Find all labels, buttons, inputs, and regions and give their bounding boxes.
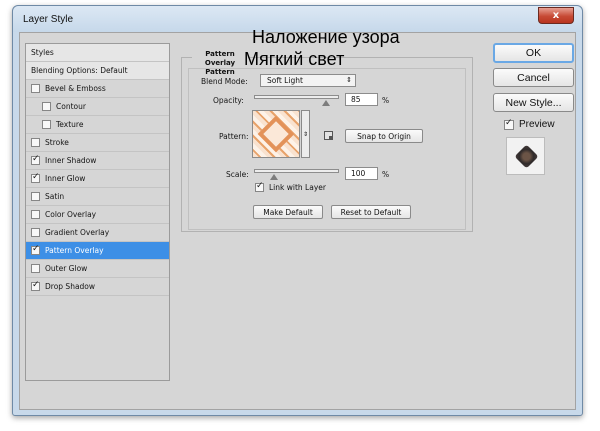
stroke-checkbox[interactable] <box>31 138 40 147</box>
preview-checkbox[interactable]: ✓ <box>504 117 514 130</box>
checkmark-icon: ✓ <box>505 117 513 128</box>
style-item-inner-glow[interactable]: ✓ Inner Glow <box>26 170 169 188</box>
checkmark-icon: ✓ <box>256 181 264 191</box>
style-item-label: Outer Glow <box>45 264 88 273</box>
style-item-pattern-overlay[interactable]: ✓ Pattern Overlay <box>26 242 169 260</box>
color-overlay-checkbox[interactable] <box>31 210 40 219</box>
preview-option[interactable]: ✓ Preview <box>504 117 555 130</box>
style-item-label: Satin <box>45 192 65 201</box>
texture-checkbox[interactable] <box>42 120 51 129</box>
link-with-layer-label: Link with Layer <box>269 183 326 192</box>
pattern-overlay-checkbox[interactable]: ✓ <box>31 244 40 255</box>
annotation-soft-light: Мягкий свет <box>244 49 345 69</box>
snap-to-origin-button[interactable]: Snap to Origin <box>345 129 423 143</box>
style-item-drop-shadow[interactable]: ✓ Drop Shadow <box>26 278 169 296</box>
inner-glow-checkbox[interactable]: ✓ <box>31 172 40 183</box>
style-item-label: Color Overlay <box>45 210 97 219</box>
style-item-contour[interactable]: Contour <box>26 98 169 116</box>
window-title: Layer Style <box>23 14 74 25</box>
style-item-gradient-overlay[interactable]: Gradient Overlay <box>26 224 169 242</box>
blend-mode-select[interactable]: Soft Light ⇕ <box>260 74 356 87</box>
blending-options-item[interactable]: Blending Options: Default <box>26 62 169 80</box>
pattern-swatch[interactable] <box>252 110 300 158</box>
link-with-layer-option[interactable]: ✓ Link with Layer <box>255 181 326 192</box>
drop-shadow-checkbox[interactable]: ✓ <box>31 280 40 291</box>
ok-button[interactable]: OK <box>493 43 574 63</box>
close-icon: x <box>552 10 560 21</box>
style-item-label: Gradient Overlay <box>45 228 110 237</box>
pattern-subgroup <box>188 68 466 230</box>
preview-thumbnail <box>514 144 539 169</box>
checkmark-icon: ✓ <box>32 172 40 182</box>
styles-header[interactable]: Styles <box>26 44 169 62</box>
group-title-line1: Pattern Overlay <box>204 50 236 67</box>
style-item-color-overlay[interactable]: Color Overlay <box>26 206 169 224</box>
style-item-label: Bevel & Emboss <box>45 84 106 93</box>
make-default-button[interactable]: Make Default <box>253 205 323 219</box>
style-item-satin[interactable]: Satin <box>26 188 169 206</box>
cancel-button[interactable]: Cancel <box>493 68 574 87</box>
reset-to-default-button[interactable]: Reset to Default <box>331 205 411 219</box>
opacity-input[interactable]: 85 <box>345 93 378 106</box>
styles-header-label: Styles <box>31 48 54 57</box>
preview-label: Preview <box>519 119 555 130</box>
style-item-inner-shadow[interactable]: ✓ Inner Shadow <box>26 152 169 170</box>
bevel-emboss-checkbox[interactable] <box>31 84 40 93</box>
pattern-picker-arrow[interactable]: ⇕ <box>301 110 310 158</box>
opacity-unit: % <box>382 96 390 105</box>
scale-slider-thumb[interactable] <box>270 174 279 180</box>
style-item-outer-glow[interactable]: Outer Glow <box>26 260 169 278</box>
opacity-label: Opacity: <box>213 96 244 105</box>
style-item-stroke[interactable]: Stroke <box>26 134 169 152</box>
gradient-overlay-checkbox[interactable] <box>31 228 40 237</box>
contour-checkbox[interactable] <box>42 102 51 111</box>
style-item-label: Pattern Overlay <box>45 246 104 255</box>
new-style-button[interactable]: New Style... <box>493 93 574 112</box>
scale-label: Scale: <box>226 170 249 179</box>
outer-glow-checkbox[interactable] <box>31 264 40 273</box>
dialog-client: Styles Blending Options: Default Bevel &… <box>19 32 576 410</box>
style-item-texture[interactable]: Texture <box>26 116 169 134</box>
inner-shadow-checkbox[interactable]: ✓ <box>31 154 40 165</box>
scale-slider[interactable] <box>254 169 339 173</box>
opacity-slider-thumb[interactable] <box>322 100 331 106</box>
new-preset-icon[interactable] <box>324 131 333 140</box>
style-item-label: Stroke <box>45 138 69 147</box>
style-item-bevel-emboss[interactable]: Bevel & Emboss <box>26 80 169 98</box>
styles-list-panel: Styles Blending Options: Default Bevel &… <box>25 43 170 381</box>
checkmark-icon: ✓ <box>32 154 40 164</box>
opacity-slider[interactable] <box>254 95 339 99</box>
scale-unit: % <box>382 170 390 179</box>
style-item-label: Inner Glow <box>45 174 86 183</box>
select-arrows-icon: ⇕ <box>346 76 352 84</box>
style-item-label: Inner Shadow <box>45 156 97 165</box>
pattern-label: Pattern: <box>219 132 249 141</box>
close-button[interactable]: x <box>538 7 574 24</box>
blend-mode-value: Soft Light <box>267 76 303 85</box>
style-item-label: Drop Shadow <box>45 282 96 291</box>
checkmark-icon: ✓ <box>32 244 40 254</box>
satin-checkbox[interactable] <box>31 192 40 201</box>
style-item-label: Contour <box>56 102 86 111</box>
checkmark-icon: ✓ <box>32 280 40 290</box>
annotation-pattern-overlay: Наложение узора <box>252 27 400 47</box>
link-with-layer-checkbox[interactable]: ✓ <box>255 181 264 192</box>
blending-options-label: Blending Options: Default <box>31 66 128 75</box>
blend-mode-label: Blend Mode: <box>201 77 248 86</box>
scale-input[interactable]: 100 <box>345 167 378 180</box>
style-preview <box>506 137 545 175</box>
chevron-down-icon: ⇕ <box>302 130 309 138</box>
style-item-label: Texture <box>56 120 84 129</box>
